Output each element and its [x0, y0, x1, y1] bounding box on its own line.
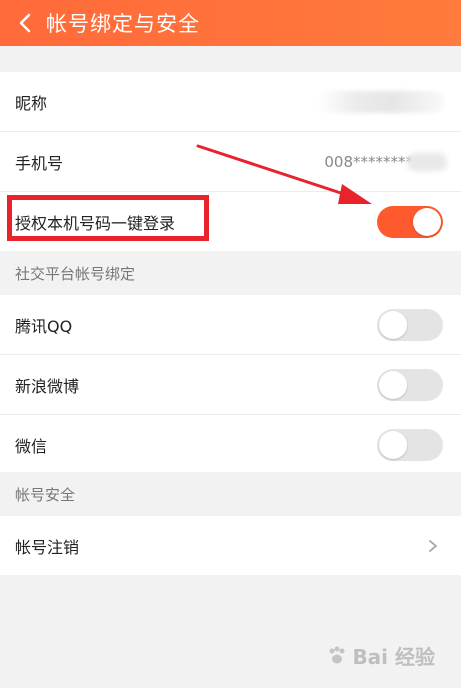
toggle-knob	[413, 207, 441, 236]
chevron-left-icon	[19, 13, 31, 33]
phone-value-blurred	[407, 152, 447, 171]
social-item-label: 微信	[15, 436, 48, 456]
top-spacer	[0, 46, 461, 72]
cancel-account-row[interactable]: 帐号注销	[0, 516, 461, 575]
phone-row[interactable]: 手机号 008********	[0, 132, 461, 192]
watermark-text: Bai 经验	[352, 645, 435, 669]
toggle-knob	[379, 430, 407, 459]
social-item-qq: 腾讯QQ	[0, 295, 461, 355]
weibo-toggle[interactable]	[377, 368, 443, 401]
cancel-account-label: 帐号注销	[15, 537, 80, 557]
social-item-weibo: 新浪微博	[0, 355, 461, 415]
phone-value: 008********	[324, 152, 413, 171]
toggle-knob	[379, 370, 407, 399]
back-button[interactable]	[14, 12, 36, 34]
phone-label: 手机号	[15, 153, 64, 173]
wechat-toggle[interactable]	[377, 428, 443, 461]
security-section-header: 帐号安全	[0, 472, 461, 516]
annotation-highlight-box	[7, 195, 209, 241]
nickname-label: 昵称	[15, 93, 48, 113]
one-click-login-toggle[interactable]	[377, 205, 443, 238]
toggle-knob	[379, 310, 407, 339]
top-bar: 帐号绑定与安全	[0, 0, 461, 46]
social-item-wechat: 微信	[0, 415, 461, 474]
page-title: 帐号绑定与安全	[46, 12, 200, 36]
chevron-right-icon	[429, 539, 437, 552]
qq-toggle[interactable]	[377, 308, 443, 341]
security-section-title: 帐号安全	[15, 485, 76, 504]
watermark: Bai 经验	[326, 641, 435, 670]
social-section-title: 社交平台帐号绑定	[15, 264, 136, 283]
social-item-label: 腾讯QQ	[15, 316, 73, 336]
social-binding-group: 腾讯QQ 新浪微博 微信	[0, 295, 461, 474]
nickname-value-blurred	[317, 90, 445, 113]
social-section-header: 社交平台帐号绑定	[0, 251, 461, 295]
security-group: 帐号注销	[0, 516, 461, 575]
paw-icon	[329, 646, 345, 663]
nickname-row[interactable]: 昵称	[0, 72, 461, 132]
social-item-label: 新浪微博	[15, 376, 80, 396]
